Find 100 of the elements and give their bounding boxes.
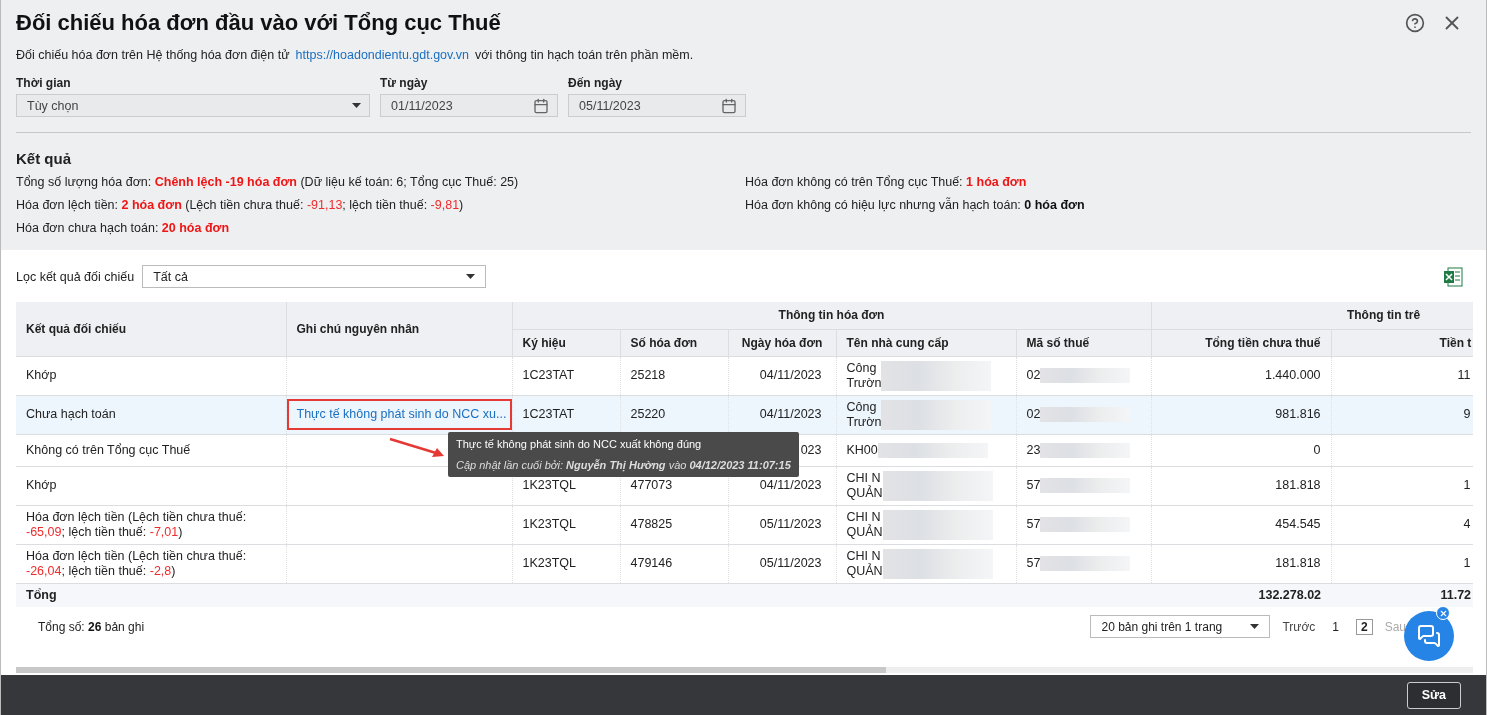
page-size-select[interactable]: 20 bản ghi trên 1 trang <box>1090 615 1271 638</box>
table-cell: 04/11/2023 <box>759 407 822 421</box>
dialog-title: Đối chiếu hóa đơn đầu vào với Tổng cục Thuế <box>16 10 501 36</box>
field-label: Thời gian <box>16 76 72 90</box>
results-heading: Kết quả <box>16 150 72 167</box>
supplier-name-fragment: Công <box>846 399 878 415</box>
subtitle-text: với thông tin hạch toán trên phần mềm. <box>475 48 694 62</box>
column-header: Tên nhà cung cấp <box>836 329 1016 356</box>
table-cell: 1K23TQL <box>522 478 576 492</box>
tax-code-fragment: 02 <box>1026 368 1041 383</box>
total-label: Tổng <box>26 588 57 603</box>
tax-code-fragment: 23 <box>1026 442 1041 458</box>
calendar-icon[interactable] <box>721 97 737 114</box>
table-cell: 05/11/2023 <box>759 556 822 570</box>
date-field[interactable]: 01/11/2023 <box>380 94 558 117</box>
table-cell: 0 <box>1313 442 1321 457</box>
table-cell: 4 <box>1463 517 1471 531</box>
table-cell: Hóa đơn lệch tiền (Lệch tiền chưa thuế: -65,09; lệch tiền thuế: -7,01) <box>16 505 286 544</box>
tax-code-fragment: 02 <box>1026 407 1041 422</box>
result-summary-line: Hóa đơn không có hiệu lực nhưng vẫn hạch toán: 0 hóa đơn <box>745 198 1086 213</box>
pointer-arrow <box>388 436 446 458</box>
tax-code-fragment: 57 <box>1026 478 1041 493</box>
table-cell: 1.440.000 <box>1264 368 1321 382</box>
result-filter-select[interactable]: Tất cả <box>142 265 487 288</box>
chat-icon <box>1417 624 1441 648</box>
total-tax: 11.72 <box>1440 588 1472 603</box>
table-cell: 181.818 <box>1275 556 1321 570</box>
table-cell: Hóa đơn lệch tiền (Lệch tiền chưa thuế: -26,04; lệch tiền thuế: -2,8) <box>16 544 286 583</box>
previous-page-link[interactable]: Trước <box>1282 619 1316 634</box>
field-label: Từ ngày <box>380 76 429 90</box>
tooltip-title: Thực tế không phát sinh do NCC xuất không đúng <box>456 437 703 451</box>
table-cell: 023 <box>800 442 822 457</box>
caret-icon <box>352 103 361 108</box>
supplier-name-fragment: QUẢN <box>846 485 883 501</box>
column-header: Ghi chú nguyên nhân <box>286 302 512 356</box>
filter-label: Lọc kết quả đối chiếu <box>16 269 135 284</box>
supplier-name-fragment: KH00 <box>846 442 878 458</box>
total-amount: 132.278.02 <box>1258 588 1322 603</box>
table-cell: 181.818 <box>1275 478 1321 492</box>
tax-code-fragment: 57 <box>1026 517 1041 532</box>
table-cell: 981.816 <box>1275 407 1321 421</box>
supplier-name-fragment: CHI N <box>846 470 882 485</box>
table-cell: 479146 <box>630 556 673 570</box>
result-summary-line: Hóa đơn chưa hạch toán: 20 hóa đơn <box>16 221 231 236</box>
column-header: Kết quả đối chiếu <box>16 302 286 356</box>
table-row[interactable]: Khớp 1C23TAT 25218 04/11/2023 Công Trườn 02 1.440.000 11 <box>16 356 1473 395</box>
table-cell: 478825 <box>630 517 673 531</box>
field-label: Đến ngày <box>568 76 623 90</box>
caret-icon <box>466 274 476 279</box>
result-summary-line: Hóa đơn không có trên Tổng cục Thuế: 1 hóa đơn <box>745 175 1028 190</box>
column-group-header: Thông tin trê <box>1151 302 1473 329</box>
column-header: Ký hiệu <box>512 329 620 356</box>
table-cell: 1C23TAT <box>522 407 575 421</box>
table-cell: Chưa hạch toán <box>16 395 286 434</box>
table-cell: 11 <box>1457 368 1471 382</box>
table-row[interactable]: Hóa đơn lệch tiền (Lệch tiền chưa thuế: -65,09; lệch tiền thuế: -7,01) 1K23TQL 478825 05/11/2023 CHI N QUẢN 57 454.545 4 <box>16 505 1473 544</box>
tax-code-fragment: 57 <box>1026 556 1041 571</box>
period-select[interactable]: Tùy chọn <box>16 94 370 117</box>
column-header: Tiền t <box>1331 329 1473 356</box>
table-cell: 1 <box>1463 556 1471 570</box>
supplier-name-fragment: Công <box>846 360 878 376</box>
help-icon[interactable] <box>1405 13 1425 33</box>
column-group-header: Thông tin hóa đơn <box>512 302 1152 329</box>
excel-export-icon[interactable] <box>1443 266 1463 287</box>
table-cell: 04/11/2023 <box>759 368 822 382</box>
table-cell: 454.545 <box>1275 517 1321 531</box>
page-number[interactable]: 2 <box>1355 618 1373 635</box>
chat-button[interactable] <box>1404 611 1454 661</box>
close-icon <box>1438 608 1448 618</box>
page-number[interactable]: 1 <box>1327 618 1344 635</box>
edit-button[interactable]: Sửa <box>1406 681 1461 709</box>
horizontal-scrollbar[interactable] <box>16 667 1473 673</box>
table-cell: 1K23TQL <box>522 556 576 570</box>
supplier-name-fragment: Trườn <box>846 375 882 391</box>
supplier-name-fragment: CHI N <box>846 548 882 563</box>
supplier-name-fragment: QUẢN <box>846 563 883 579</box>
date-field[interactable]: 05/11/2023 <box>568 94 746 117</box>
table-row[interactable]: Hóa đơn lệch tiền (Lệch tiền chưa thuế: -26,04; lệch tiền thuế: -2,8) 1K23TQL 479146 05/11/2023 CHI N QUẢN 57 181.818 1 <box>16 544 1473 583</box>
supplier-name-fragment: QUẢN <box>846 524 883 540</box>
subtitle-text: Đối chiếu hóa đơn trên Hệ thống hóa đơn điện tử <box>16 48 290 62</box>
table-row[interactable]: Chưa hạch toán Thực tế không phát sinh do NCC xu... 1C23TAT 25220 04/11/2023 Công Trườn 02 981.816 9 <box>16 395 1473 434</box>
supplier-name-fragment: CHI N <box>846 509 882 524</box>
gdt-link[interactable]: https://hoadondientu.gdt.gov.vn <box>295 48 470 62</box>
result-summary-line: Tổng số lượng hóa đơn: Chênh lệch -19 hóa đơn (Dữ liệu kế toán: 6; Tổng cục Thuế: 25) <box>16 175 520 190</box>
column-header: Ngày hóa đơn <box>728 329 836 356</box>
table-cell: 04/11/2023 <box>759 478 822 492</box>
supplier-name-fragment: Trườn <box>846 414 882 430</box>
table-cell: 477073 <box>630 478 673 492</box>
table-cell: 25218 <box>630 368 666 382</box>
column-header: Số hóa đơn <box>620 329 728 356</box>
column-header: Tổng tiền chưa thuế <box>1151 329 1332 356</box>
table-cell: 9 <box>1463 407 1471 421</box>
table-cell: Khớp <box>16 356 286 395</box>
table-cell: 05/11/2023 <box>759 517 822 531</box>
table-cell: 1 <box>1463 478 1471 492</box>
table-cell: Không có trên Tổng cục Thuế <box>16 434 286 466</box>
column-header: Mã số thuế <box>1016 329 1152 356</box>
calendar-icon[interactable] <box>533 97 549 114</box>
table-cell: 1K23TQL <box>522 517 576 531</box>
result-summary-line: Hóa đơn lệch tiền: 2 hóa đơn (Lệch tiền chưa thuế: -91,13; lệch tiền thuế: -9,81) <box>16 198 465 213</box>
